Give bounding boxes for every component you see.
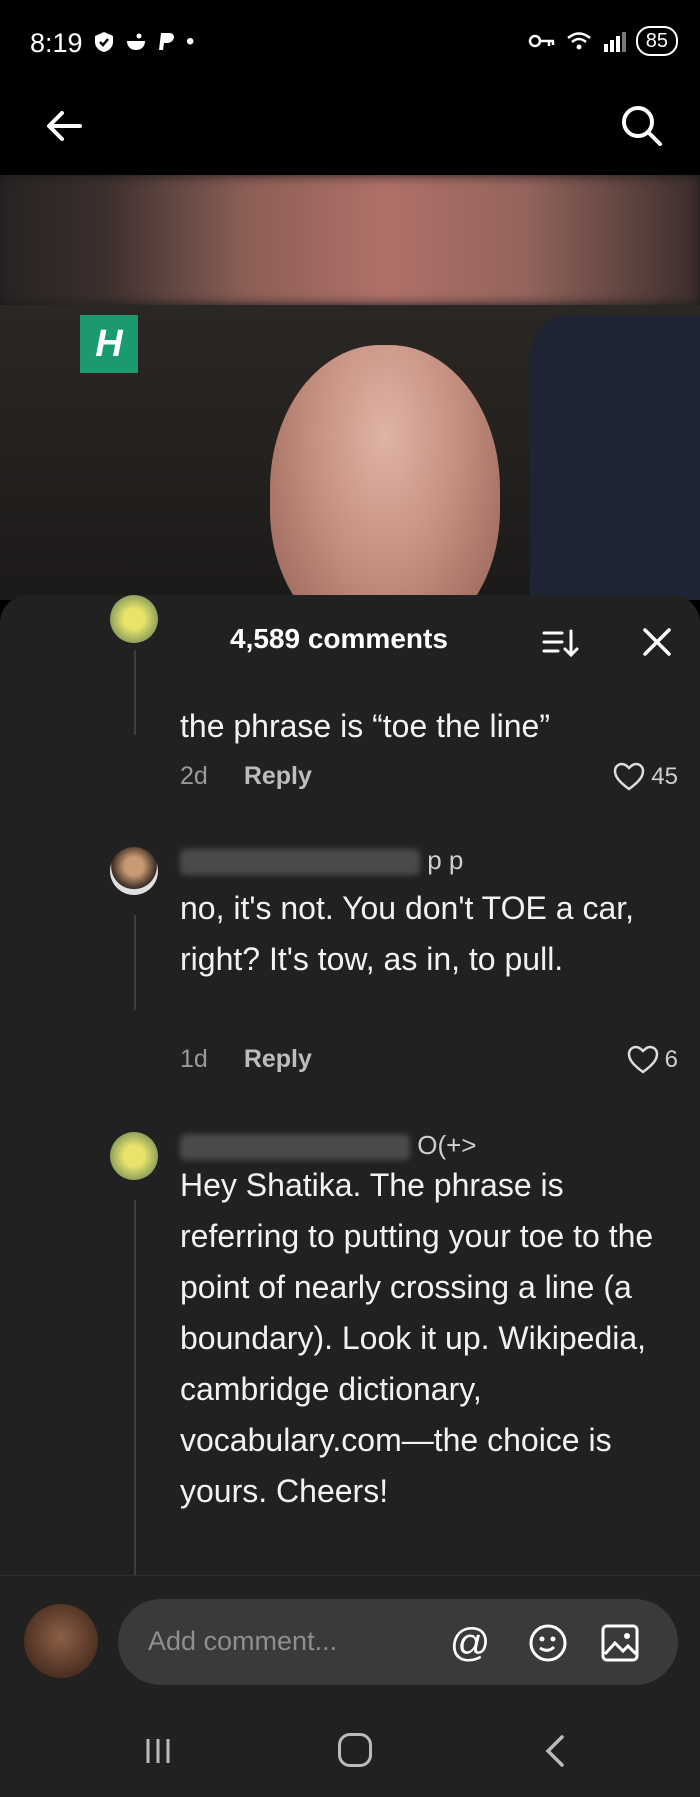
comment-text: Hey Shatika. The phrase is referring to …: [180, 1167, 654, 1509]
comment-meta: 2d Reply: [180, 762, 312, 791]
like-button[interactable]: 45: [613, 762, 678, 792]
paypal-icon: [159, 33, 174, 50]
like-count: 6: [664, 1046, 678, 1073]
thread-line: [134, 915, 136, 1010]
key-icon: [528, 34, 554, 48]
home-icon[interactable]: [338, 1733, 372, 1767]
mention-icon[interactable]: @: [448, 1621, 492, 1665]
sort-icon[interactable]: [540, 625, 580, 661]
thread-line: [134, 650, 136, 735]
search-icon[interactable]: [616, 100, 666, 150]
thread-line: [134, 1200, 136, 1575]
system-nav-bar: [0, 1705, 700, 1797]
app-header: [0, 90, 700, 175]
like-count: 45: [651, 763, 678, 790]
notification-dot: •: [186, 28, 195, 55]
blurred-username: [180, 1134, 410, 1161]
username-suffix: p p: [427, 845, 464, 875]
shield-icon: [95, 32, 113, 52]
comment-username[interactable]: O(+>: [180, 1130, 476, 1161]
sticker-icon[interactable]: [526, 1621, 570, 1665]
close-icon[interactable]: [640, 625, 674, 659]
status-bar: 8:19 • 85: [0, 0, 700, 90]
reply-button[interactable]: Reply: [244, 762, 312, 791]
comments-sheet: 4,589 comments the phrase is “toe the li…: [0, 595, 700, 1575]
recent-apps-icon[interactable]: [140, 1735, 176, 1767]
comment-input[interactable]: Add comment... @: [118, 1599, 678, 1685]
comments-header: 4,589 comments: [0, 595, 700, 685]
comment-age: 1d: [180, 1045, 208, 1073]
like-button[interactable]: 6: [627, 1045, 678, 1075]
image-icon[interactable]: [598, 1621, 642, 1665]
avatar[interactable]: [110, 595, 158, 643]
comment-count: 4,589 comments: [230, 623, 448, 654]
comment-text: the phrase is “toe the line”: [180, 708, 550, 744]
back-arrow-icon[interactable]: [40, 102, 88, 150]
person-background: [530, 315, 700, 600]
reply-button[interactable]: Reply: [244, 1045, 312, 1074]
comment-age: 2d: [180, 762, 208, 790]
signal-icon: [603, 32, 626, 52]
blurred-banner: [0, 175, 700, 305]
heart-icon: [627, 1045, 658, 1074]
heart-icon: [614, 762, 645, 791]
notification-icons: •: [92, 28, 194, 56]
bowl-icon: [127, 33, 145, 50]
comment-meta: 1d Reply: [180, 1045, 312, 1074]
status-time: 8:19: [30, 28, 83, 58]
video-player[interactable]: H: [0, 175, 700, 600]
comment-text: no, it's not. You don't TOE a car, right…: [180, 890, 635, 977]
avatar[interactable]: [110, 847, 158, 895]
system-icons: 85: [528, 26, 678, 56]
comment-input-bar: Add comment... @: [0, 1575, 700, 1706]
nav-back-icon[interactable]: [540, 1733, 570, 1769]
battery-indicator: 85: [635, 26, 678, 56]
user-avatar[interactable]: [24, 1604, 98, 1678]
wifi-icon: [566, 32, 591, 50]
comment-username[interactable]: p p: [180, 845, 463, 876]
avatar[interactable]: [110, 1132, 158, 1180]
comment-placeholder: Add comment...: [148, 1626, 338, 1656]
channel-logo: H: [80, 315, 138, 373]
username-suffix: O(+>: [417, 1130, 477, 1160]
blurred-username: [180, 849, 420, 876]
